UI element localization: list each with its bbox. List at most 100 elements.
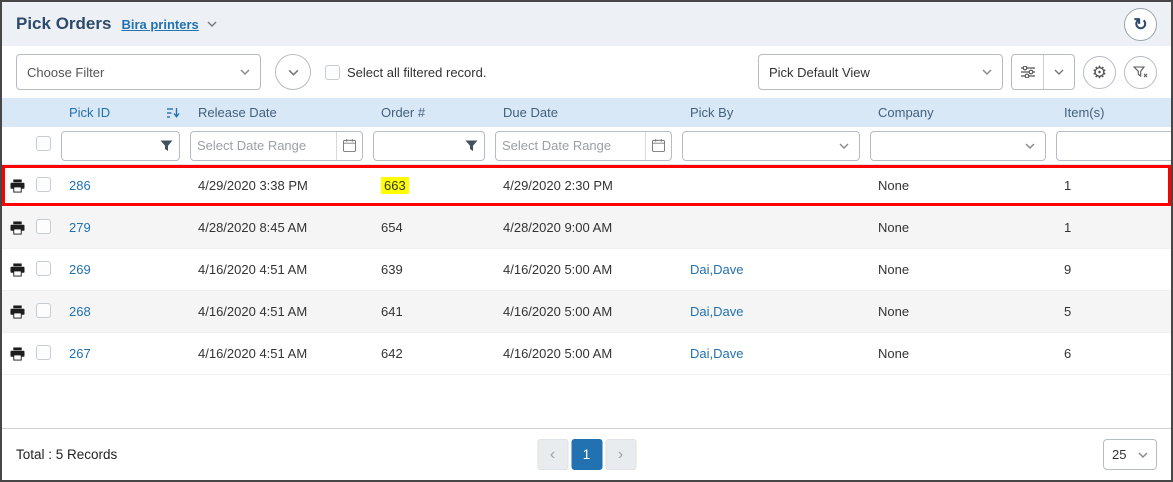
due-date-cell: 4/16/2020 5:00 AM [493,346,680,361]
pick-by-filter-select[interactable] [682,131,860,161]
view-select-value: Pick Default View [769,65,870,80]
pick-id-cell: 269 [59,262,188,277]
column-label-due-date: Due Date [503,105,558,120]
order-filter-input[interactable] [374,132,459,160]
page-title: Pick Orders [16,14,111,34]
calendar-icon [652,139,665,152]
select-all-rows-checkbox[interactable] [36,136,51,151]
due-date-value: 4/16/2020 5:00 AM [503,262,612,277]
column-header-items[interactable]: Item(s) [1054,105,1171,120]
items-cell: 1 [1054,178,1171,193]
filter-due-date-cell [493,131,680,161]
order-filter-menu-button[interactable] [459,132,484,160]
pick-id-link[interactable]: 268 [69,304,91,319]
due-date-value: 4/16/2020 5:00 AM [503,346,612,361]
page-size-select[interactable]: 25 [1103,439,1157,470]
pick-by-cell: Dai,Dave [680,346,868,361]
row-checkbox[interactable] [36,219,51,234]
company-selector-link[interactable]: Bira printers [121,17,198,32]
print-button[interactable] [10,221,25,235]
release-date-calendar-button[interactable] [336,132,362,160]
company-value: None [878,304,909,319]
print-cell [2,305,32,319]
pick-by-value[interactable]: Dai,Dave [690,304,743,319]
company-value: None [878,262,909,277]
pick-by-cell: Dai,Dave [680,262,868,277]
release-date-filter-input[interactable] [191,132,336,160]
print-cell [2,263,32,277]
row-checkbox[interactable] [36,177,51,192]
column-settings-button[interactable] [1012,55,1043,89]
pick-id-filter-input[interactable] [62,132,154,160]
due-date-value: 4/16/2020 5:00 AM [503,304,612,319]
due-date-cell: 4/16/2020 5:00 AM [493,262,680,277]
release-date-value: 4/28/2020 8:45 AM [198,220,307,235]
column-label-company: Company [878,105,934,120]
print-button[interactable] [10,179,25,193]
prev-page-button[interactable]: ‹ [537,439,568,470]
checkbox-cell [32,177,59,195]
filter-checkbox-cell [32,136,59,156]
order-value: 639 [381,262,403,277]
due-date-filter-input[interactable] [496,132,645,160]
filter-pick-id-cell [59,131,188,161]
pick-id-link[interactable]: 286 [69,178,91,193]
chevron-down-icon[interactable] [207,21,217,27]
due-date-calendar-button[interactable] [645,132,671,160]
view-select[interactable]: Pick Default View [758,54,1003,90]
refresh-button[interactable]: ↻ [1124,8,1157,41]
column-header-pick-by[interactable]: Pick By [680,105,868,120]
column-header-pick-id[interactable]: Pick ID [59,105,188,120]
company-filter-select[interactable] [870,131,1046,161]
items-value: 5 [1064,304,1071,319]
column-label-order: Order # [381,105,425,120]
items-cell: 6 [1054,346,1171,361]
pick-id-link[interactable]: 267 [69,346,91,361]
pick-id-filter-menu-button[interactable] [154,132,179,160]
next-page-button[interactable]: › [605,439,636,470]
order-cell: 641 [371,304,493,319]
company-cell: None [868,178,1054,193]
chevron-down-icon [839,143,849,149]
release-date-value: 4/16/2020 4:51 AM [198,346,307,361]
print-button[interactable] [10,305,25,319]
column-header-order[interactable]: Order # [371,105,493,120]
column-header-due-date[interactable]: Due Date [493,105,680,120]
sort-icon[interactable] [167,107,180,119]
order-cell: 642 [371,346,493,361]
row-checkbox[interactable] [36,261,51,276]
view-options-dropdown-button[interactable] [1043,55,1074,89]
chevron-down-icon [240,69,250,75]
choose-filter-select[interactable]: Choose Filter [16,54,261,90]
chevron-down-icon [982,69,992,75]
current-page-button[interactable]: 1 [571,439,602,470]
row-checkbox[interactable] [36,303,51,318]
print-button[interactable] [10,347,25,361]
select-all-filtered-checkbox[interactable] [325,65,340,80]
column-header-release-date[interactable]: Release Date [188,105,371,120]
chevron-down-icon [1054,69,1064,75]
printer-icon [10,347,25,361]
print-button[interactable] [10,263,25,277]
pick-id-link[interactable]: 269 [69,262,91,277]
chevron-down-icon [1025,143,1035,149]
page-size-value: 25 [1112,447,1126,462]
company-cell: None [868,220,1054,235]
pick-orders-app: Pick Orders Bira printers ↻ Choose Filte… [0,0,1173,482]
pick-by-value[interactable]: Dai,Dave [690,262,743,277]
print-cell [2,179,32,193]
clear-filters-button[interactable] [1124,56,1157,89]
company-cell: None [868,346,1054,361]
expand-filter-button[interactable] [275,54,311,90]
row-checkbox[interactable] [36,345,51,360]
column-header-company[interactable]: Company [868,105,1054,120]
filter-funnel-icon [160,140,173,152]
pick-id-link[interactable]: 279 [69,220,91,235]
items-filter-input[interactable] [1057,132,1173,160]
calendar-icon [343,139,356,152]
settings-button[interactable]: ⚙ [1083,56,1116,89]
due-date-value: 4/29/2020 2:30 PM [503,178,613,193]
filter-pick-by-cell [680,131,868,161]
release-date-value: 4/29/2020 3:38 PM [198,178,308,193]
pick-by-value[interactable]: Dai,Dave [690,346,743,361]
